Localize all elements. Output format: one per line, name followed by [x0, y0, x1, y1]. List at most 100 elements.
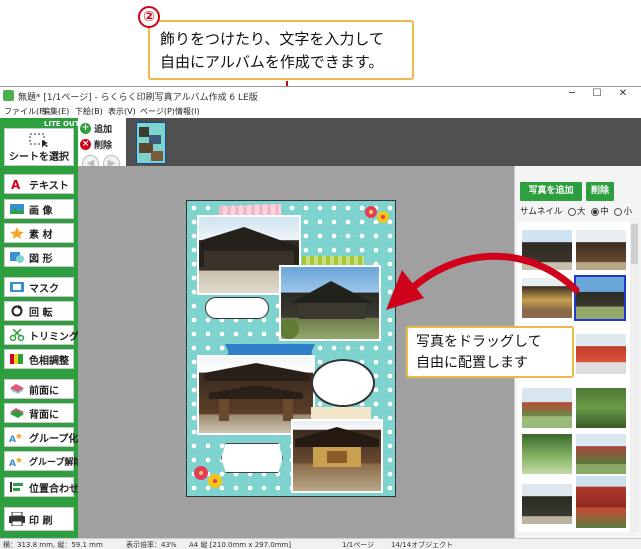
text-tool-label: テキスト	[29, 180, 69, 192]
ungroup-icon: A	[9, 457, 22, 467]
menu-info[interactable]: 情報(I)	[175, 106, 200, 117]
thumbnail-scrollbar[interactable]	[630, 222, 639, 532]
minimize-button[interactable]: ─	[563, 88, 581, 103]
close-button[interactable]: ✕	[614, 88, 632, 103]
text-frame-rounded[interactable]	[205, 297, 269, 319]
x-circle-icon: ×	[80, 139, 91, 150]
shape-tool-label: 図 形	[29, 253, 53, 265]
bring-to-front-button[interactable]: 前面に	[4, 379, 74, 399]
rotate-tool-button[interactable]: 回 転	[4, 301, 74, 321]
annotation-drag-line2: 自由に配置します	[416, 355, 528, 371]
label-frame[interactable]	[221, 443, 283, 473]
material-tool-label: 素 材	[29, 229, 53, 241]
send-to-back-button[interactable]: 背面に	[4, 403, 74, 423]
align-button[interactable]: 位置合わせ	[4, 477, 79, 497]
photo-ornate-gate[interactable]	[291, 419, 383, 493]
status-page: 1/1ページ	[342, 541, 375, 549]
image-icon	[10, 204, 24, 214]
align-icon	[10, 482, 23, 492]
shape-tool-button[interactable]: 図 形	[4, 247, 74, 267]
add-page-button[interactable]: + 追加	[80, 122, 112, 135]
photo-temple-roof[interactable]	[279, 265, 381, 341]
app-icon	[3, 90, 14, 101]
status-coords: 横：313.8 mm, 縦：59.1 mm	[3, 541, 103, 549]
photo-thumb-11[interactable]	[522, 484, 572, 524]
scissors-icon	[9, 329, 25, 341]
album-page[interactable]	[186, 200, 396, 497]
group-label: グループ化	[29, 433, 79, 445]
screenshot-root: 飾りをつけたり、文字を入力して 自由にアルバムを作成できます。 ② 無題* [1…	[0, 0, 641, 549]
trim-tool-button[interactable]: トリミング	[4, 325, 79, 345]
rotate-icon	[11, 305, 23, 317]
menu-page[interactable]: ページ(P)	[140, 106, 175, 117]
plus-icon: +	[80, 123, 91, 134]
group-icon: A	[9, 433, 22, 443]
bring-front-icon	[10, 384, 24, 394]
text-a-icon: A	[11, 178, 21, 190]
thumbnail-size-row: サムネイル 大 中 小	[520, 205, 632, 217]
speech-bubble-cloud[interactable]	[311, 359, 375, 407]
status-zoom: 表示倍率：43%	[126, 541, 177, 549]
size-small-label: 小	[623, 207, 632, 217]
bring-to-front-label: 前面に	[29, 385, 59, 397]
print-button[interactable]: 印 刷	[4, 507, 74, 531]
material-tool-button[interactable]: 素 材	[4, 223, 74, 243]
photo-thumb-12[interactable]	[576, 476, 626, 528]
window-title: 無題* [1/1ページ] - らくらく印刷写真アルバム作成 6 LE版	[18, 93, 258, 103]
page-thumbnail[interactable]	[136, 122, 166, 164]
menu-bar: ファイル(F) 編集(E) 下絵(B) 表示(V) ページ(P) 情報(I)	[0, 104, 641, 118]
svg-text:A: A	[11, 178, 21, 190]
annotation-callout-top: 飾りをつけたり、文字を入力して 自由にアルバムを作成できます。	[148, 20, 414, 80]
add-photo-button[interactable]: 写真を追加	[520, 182, 582, 201]
annotation-drag-line1: 写真をドラッグして	[416, 334, 542, 350]
photo-thumb-10[interactable]	[576, 434, 626, 474]
printer-icon	[9, 512, 25, 526]
delete-photo-button[interactable]: 削除	[586, 182, 614, 201]
ungroup-label: グループ解除	[29, 457, 83, 468]
size-large-radio[interactable]	[568, 207, 577, 216]
size-large-label: 大	[577, 207, 586, 217]
svg-text:A: A	[9, 459, 16, 467]
menu-background[interactable]: 下絵(B)	[75, 106, 103, 117]
shape-icon	[10, 252, 24, 263]
image-tool-button[interactable]: 画 像	[4, 199, 74, 219]
delete-page-button[interactable]: × 削除	[80, 138, 112, 151]
status-paper: A4 縦 [210.0mm x 297.0mm]	[189, 541, 292, 549]
select-cursor-icon	[29, 133, 48, 148]
send-to-back-label: 背面に	[29, 409, 59, 421]
text-tool-button[interactable]: A テキスト	[4, 174, 74, 194]
step-number-badge: ②	[138, 6, 160, 28]
photo-thumb-7[interactable]	[522, 388, 572, 428]
page-thumbnail-preview	[139, 127, 163, 161]
ungroup-button[interactable]: A グループ解除	[4, 451, 82, 471]
group-button[interactable]: A グループ化	[4, 427, 78, 447]
mask-tool-label: マスク	[29, 283, 59, 295]
size-small-radio[interactable]	[614, 207, 623, 216]
menu-view[interactable]: 表示(V)	[108, 106, 136, 117]
annotation-callout-drag: 写真をドラッグして 自由に配置します	[406, 326, 574, 378]
size-medium-radio[interactable]	[591, 207, 600, 216]
flower-decoration-top[interactable]	[363, 203, 393, 225]
trim-tool-label: トリミング	[29, 331, 79, 343]
image-tool-label: 画 像	[29, 205, 53, 217]
hue-adjust-button[interactable]: 色相調整	[4, 349, 74, 369]
photo-thumb-8[interactable]	[576, 388, 626, 428]
menu-edit[interactable]: 編集(E)	[42, 106, 69, 117]
status-bar: 横：313.8 mm, 縦：59.1 mm 表示倍率：43% A4 縦 [210…	[0, 538, 641, 549]
mask-tool-button[interactable]: マスク	[4, 277, 74, 297]
lite-badge: LITE OUT	[44, 120, 80, 128]
flower-decoration-bottom[interactable]	[191, 463, 225, 493]
photo-thumb-9[interactable]	[522, 434, 572, 474]
color-adjust-icon	[10, 354, 23, 364]
menu-file[interactable]: ファイル(F)	[4, 106, 47, 117]
thumbnail-label: サムネイル	[520, 207, 563, 217]
annotation-callout-line2: 自由にアルバムを作成できます。	[160, 53, 384, 71]
rotate-tool-label: 回 転	[29, 307, 53, 319]
maximize-button[interactable]: ☐	[588, 88, 606, 103]
add-page-label: 追加	[94, 125, 113, 135]
photo-thumb-6[interactable]	[576, 334, 626, 374]
select-sheet-button[interactable]: シートを選択	[4, 128, 74, 166]
photo-temple-roof-art	[279, 281, 373, 339]
scrollbar-thumb[interactable]	[631, 224, 638, 264]
window-titlebar: 無題* [1/1ページ] - らくらく印刷写真アルバム作成 6 LE版 ─ ☐ …	[0, 86, 641, 104]
